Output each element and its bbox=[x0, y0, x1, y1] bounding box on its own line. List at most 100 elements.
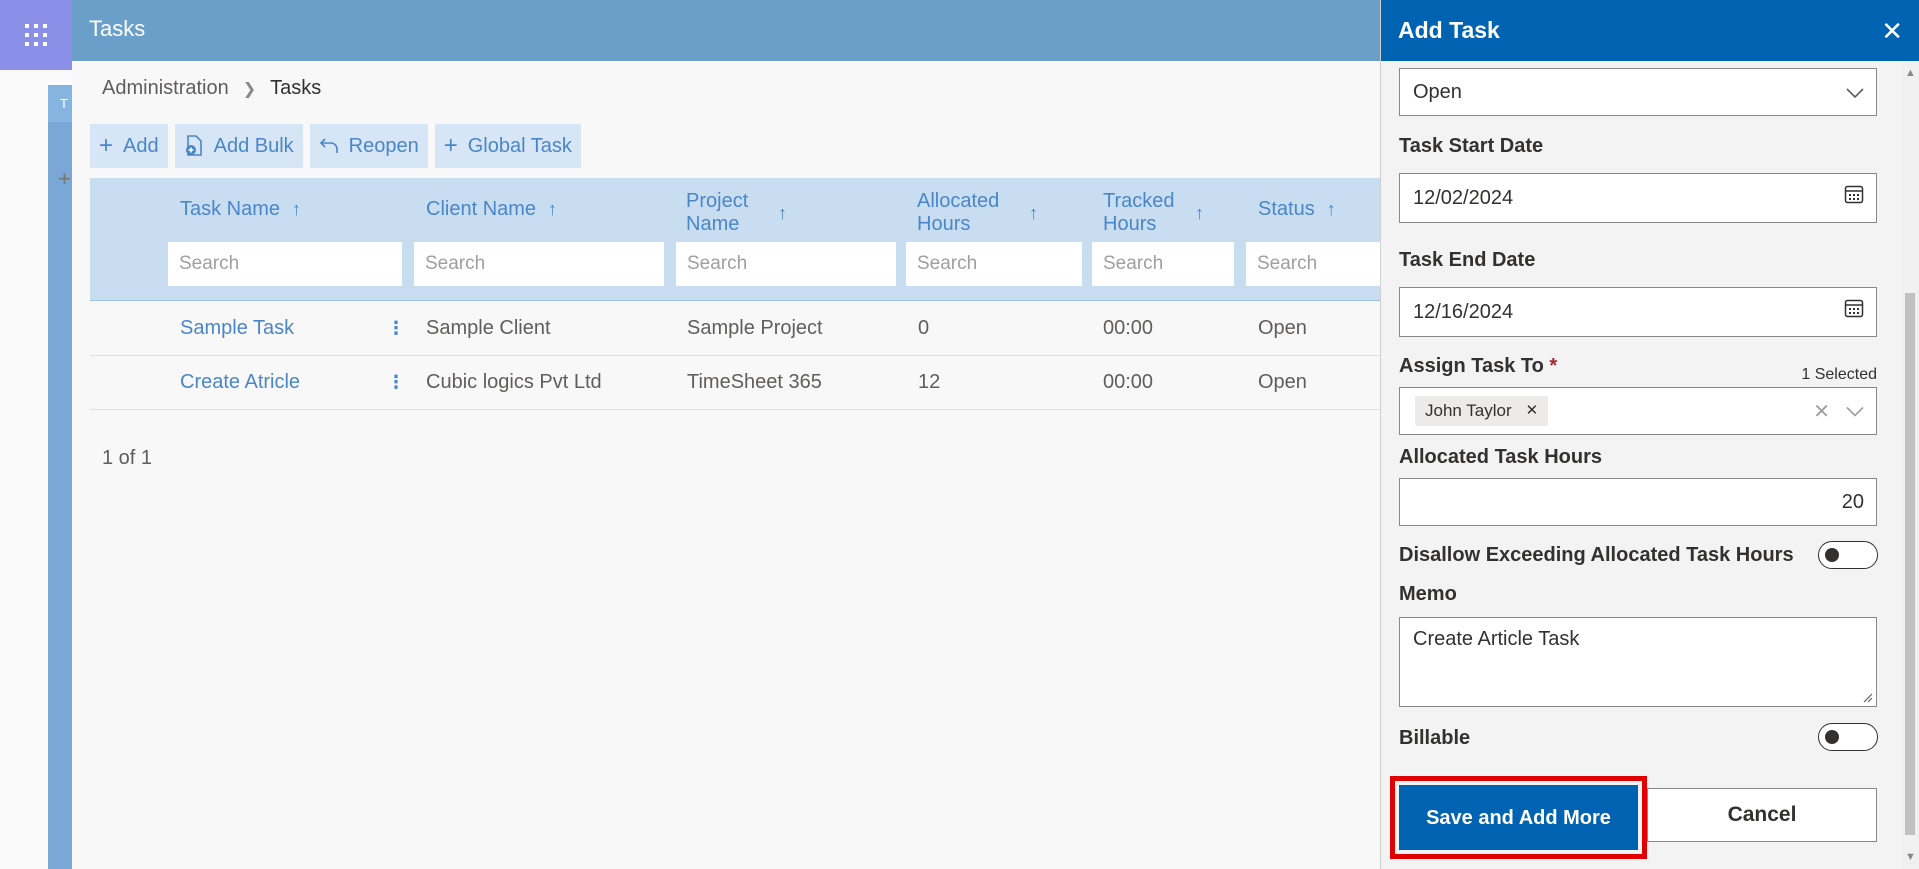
end-date-label: Task End Date bbox=[1399, 249, 1536, 271]
sort-up-icon: ↑ bbox=[292, 199, 302, 219]
column-header-project-name[interactable]: Project Name ↑ bbox=[686, 190, 787, 236]
panel-title: Add Task bbox=[1398, 17, 1500, 43]
breadcrumb-tasks: Tasks bbox=[270, 77, 322, 99]
nav-add-icon[interactable]: + bbox=[58, 166, 71, 192]
status-search-input[interactable]: Search bbox=[1246, 242, 1380, 286]
client-name-cell: Cubic logics Pvt Ltd bbox=[426, 371, 602, 393]
table-row[interactable]: Create Atricle ⋮ Cubic logics Pvt Ltd Ti… bbox=[90, 356, 1380, 410]
selected-count: 1 Selected bbox=[1801, 366, 1877, 383]
column-label: Status bbox=[1258, 198, 1315, 220]
grid-header: Task Name ↑ Client Name ↑ Project Name ↑ Al… bbox=[90, 178, 1380, 301]
add-label: Add bbox=[123, 134, 159, 157]
chevron-down-icon[interactable] bbox=[1846, 400, 1864, 423]
column-header-tracked-hours[interactable]: Tracked Hours ↑ bbox=[1103, 190, 1204, 236]
plus-icon: + bbox=[443, 132, 458, 159]
start-date-value: 12/02/2024 bbox=[1413, 187, 1514, 209]
column-label: Task Name bbox=[180, 198, 281, 220]
add-button[interactable]: + Add bbox=[90, 124, 168, 168]
clear-icon[interactable]: ✕ bbox=[1813, 399, 1830, 424]
memo-textarea[interactable]: Create Article Task bbox=[1399, 617, 1877, 707]
assign-label-text: Assign Task To bbox=[1399, 355, 1544, 377]
client-name-cell: Sample Client bbox=[426, 317, 551, 339]
assignee-tag: John Taylor ✕ bbox=[1415, 396, 1549, 426]
allocated-hours-cell: 12 bbox=[918, 371, 941, 393]
column-header-task-name[interactable]: Task Name ↑ bbox=[180, 198, 301, 221]
column-label: Project Name bbox=[686, 190, 749, 235]
global-task-label: Global Task bbox=[467, 134, 572, 157]
task-name-link[interactable]: Create Atricle bbox=[180, 356, 300, 409]
toggle-knob bbox=[1825, 730, 1839, 744]
column-header-status[interactable]: Status ↑ bbox=[1258, 198, 1336, 221]
column-header-client-name[interactable]: Client Name ↑ bbox=[426, 198, 557, 221]
add-bulk-button[interactable]: Add Bulk bbox=[174, 124, 303, 168]
save-and-add-more-button[interactable]: Save and Add More bbox=[1390, 776, 1647, 859]
memo-value: Create Article Task bbox=[1413, 628, 1580, 650]
breadcrumb-administration[interactable]: Administration bbox=[102, 77, 229, 100]
sort-up-icon: ↑ bbox=[1195, 202, 1204, 223]
tracked-hours-search-input[interactable]: Search bbox=[1092, 242, 1234, 286]
undo-icon bbox=[319, 138, 338, 153]
project-name-cell: TimeSheet 365 bbox=[687, 371, 822, 393]
end-date-value: 12/16/2024 bbox=[1413, 301, 1514, 323]
page-title: Tasks bbox=[72, 0, 1380, 61]
task-name-link[interactable]: Sample Task bbox=[180, 302, 294, 355]
assign-task-picker[interactable]: John Taylor ✕ ✕ bbox=[1399, 387, 1877, 435]
resize-handle-icon[interactable] bbox=[1861, 691, 1873, 703]
remove-tag-icon[interactable]: ✕ bbox=[1526, 396, 1539, 426]
tracked-hours-cell: 00:00 bbox=[1103, 317, 1154, 339]
nav-tab[interactable]: T bbox=[48, 85, 72, 122]
sort-up-icon: ↑ bbox=[548, 199, 558, 219]
cancel-button[interactable]: Cancel bbox=[1647, 788, 1877, 842]
sort-up-icon: ↑ bbox=[778, 202, 787, 223]
tracked-hours-cell: 00:00 bbox=[1103, 371, 1154, 393]
sort-up-icon: ↑ bbox=[1326, 199, 1336, 219]
disallow-exceeding-toggle[interactable] bbox=[1818, 541, 1878, 569]
allocated-hours-cell: 0 bbox=[918, 317, 930, 339]
billable-toggle[interactable] bbox=[1818, 723, 1878, 751]
main-page: Tasks Administration ❯ Tasks + Add Add B… bbox=[72, 0, 1380, 869]
chevron-right-icon: ❯ bbox=[242, 80, 257, 98]
pagination-text: 1 of 1 bbox=[102, 447, 153, 469]
assignee-name: John Taylor bbox=[1425, 401, 1512, 420]
memo-label: Memo bbox=[1399, 583, 1457, 605]
column-label: Allocated Hours bbox=[917, 190, 1000, 235]
project-name-search-input[interactable]: Search bbox=[676, 242, 896, 286]
nav-column bbox=[48, 85, 72, 869]
project-name-cell: Sample Project bbox=[687, 317, 823, 339]
status-value: Open bbox=[1413, 81, 1462, 103]
waffle-icon bbox=[25, 24, 47, 46]
end-date-field[interactable]: 12/16/2024 bbox=[1399, 287, 1877, 337]
calendar-icon[interactable] bbox=[1844, 174, 1864, 222]
scroll-down-icon[interactable]: ▼ bbox=[1905, 851, 1916, 863]
required-marker: * bbox=[1549, 355, 1558, 377]
more-options-icon[interactable]: ⋮ bbox=[387, 302, 405, 355]
app-launcher-button[interactable] bbox=[0, 0, 72, 70]
panel-scrollbar[interactable]: ▲ ▼ bbox=[1901, 61, 1919, 869]
calendar-icon[interactable] bbox=[1844, 288, 1864, 336]
scrollbar-thumb[interactable] bbox=[1905, 293, 1915, 835]
start-date-field[interactable]: 12/02/2024 bbox=[1399, 173, 1877, 223]
table-row[interactable]: Sample Task ⋮ Sample Client Sample Proje… bbox=[90, 302, 1380, 356]
column-header-allocated-hours[interactable]: Allocated Hours ↑ bbox=[917, 190, 1038, 236]
task-name-search-input[interactable]: Search bbox=[168, 242, 402, 286]
status-dropdown[interactable]: Open bbox=[1399, 68, 1877, 116]
scroll-up-icon[interactable]: ▲ bbox=[1905, 67, 1916, 79]
close-icon[interactable]: ✕ bbox=[1881, 18, 1903, 44]
more-options-icon[interactable]: ⋮ bbox=[387, 356, 405, 409]
reopen-label: Reopen bbox=[348, 134, 419, 157]
breadcrumb: Administration ❯ Tasks bbox=[102, 77, 321, 100]
reopen-button[interactable]: Reopen bbox=[309, 124, 428, 168]
panel-header: Add Task ✕ bbox=[1381, 0, 1919, 61]
assign-task-label: Assign Task To * bbox=[1399, 355, 1557, 378]
global-task-button[interactable]: + Global Task bbox=[434, 124, 581, 168]
allocated-hours-search-input[interactable]: Search bbox=[906, 242, 1082, 286]
status-cell: Open bbox=[1258, 317, 1307, 339]
plus-icon: + bbox=[99, 132, 114, 159]
column-label: Client Name bbox=[426, 198, 537, 220]
allocated-hours-input[interactable]: 20 bbox=[1399, 478, 1877, 526]
add-bulk-label: Add Bulk bbox=[213, 134, 294, 157]
start-date-label: Task Start Date bbox=[1399, 135, 1544, 157]
chevron-down-icon bbox=[1846, 69, 1864, 115]
client-name-search-input[interactable]: Search bbox=[414, 242, 664, 286]
toggle-knob bbox=[1825, 548, 1839, 562]
